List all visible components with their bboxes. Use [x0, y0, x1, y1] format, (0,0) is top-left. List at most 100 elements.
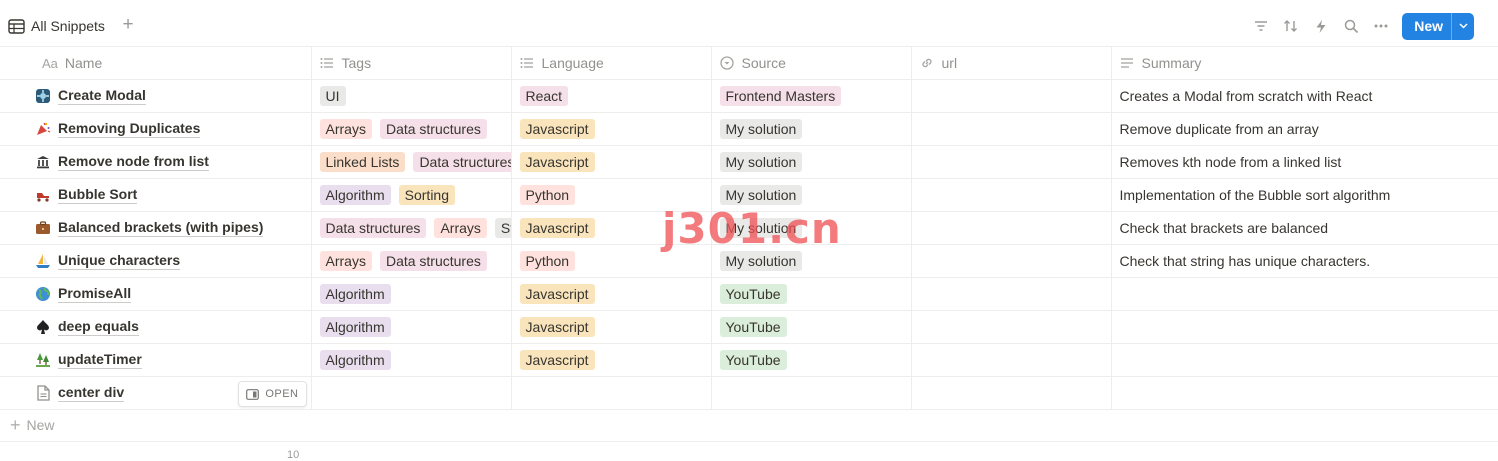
cell-name[interactable]: updateTimer: [0, 344, 311, 377]
add-row-button[interactable]: + New: [0, 409, 1498, 442]
cell-name[interactable]: PromiseAll: [0, 278, 311, 311]
table-row[interactable]: Create Modal UIReactFrontend Masters Creat…: [0, 80, 1498, 113]
cell-source[interactable]: My solution: [711, 113, 911, 146]
filter-icon[interactable]: [1246, 12, 1276, 40]
cell-language[interactable]: Javascript: [511, 146, 711, 179]
page-title-link[interactable]: Bubble Sort: [58, 186, 137, 204]
search-icon[interactable]: [1336, 12, 1366, 40]
cell-url[interactable]: [911, 113, 1111, 146]
cell-name[interactable]: Create Modal: [0, 80, 311, 113]
cell-url[interactable]: [911, 80, 1111, 113]
page-title-link[interactable]: updateTimer: [58, 351, 142, 369]
cell-language[interactable]: Javascript: [511, 278, 711, 311]
column-header-url[interactable]: url: [911, 47, 1111, 80]
cell-summary[interactable]: [1111, 377, 1498, 410]
cell-tags[interactable]: AlgorithmSorting: [311, 179, 511, 212]
cell-summary[interactable]: Implementation of the Bubble sort algori…: [1111, 179, 1498, 212]
cell-source[interactable]: [711, 377, 911, 410]
cell-url[interactable]: [911, 179, 1111, 212]
cell-summary[interactable]: Remove duplicate from an array: [1111, 113, 1498, 146]
column-header-summary[interactable]: Summary: [1111, 47, 1498, 80]
page-title-link[interactable]: center div: [58, 384, 124, 402]
cell-name[interactable]: Remove node from list: [0, 146, 311, 179]
cell-summary[interactable]: Check that string has unique characters.: [1111, 245, 1498, 278]
tag-chip: Arrays: [320, 251, 372, 271]
cell-language[interactable]: [511, 377, 711, 410]
cell-tags[interactable]: [311, 377, 511, 410]
chevron-down-icon[interactable]: [1451, 13, 1474, 40]
cell-source[interactable]: YouTube: [711, 278, 911, 311]
cell-url[interactable]: [911, 344, 1111, 377]
cell-tags[interactable]: Algorithm: [311, 344, 511, 377]
page-title-link[interactable]: Balanced brackets (with pipes): [58, 219, 263, 237]
view-tab-all-snippets[interactable]: All Snippets: [8, 14, 105, 38]
open-page-button[interactable]: OPEN: [238, 381, 306, 407]
cell-tags[interactable]: ArraysData structures: [311, 113, 511, 146]
cell-source[interactable]: YouTube: [711, 344, 911, 377]
table-row[interactable]: center div OPEN: [0, 377, 1498, 410]
summary-text: [1112, 377, 1498, 409]
cell-url[interactable]: [911, 377, 1111, 410]
sort-icon[interactable]: [1276, 12, 1306, 40]
row-count: 10: [287, 449, 299, 461]
toolbar-actions: New: [1246, 12, 1474, 40]
column-header-source[interactable]: Source: [711, 47, 911, 80]
page-title-link[interactable]: Remove node from list: [58, 153, 209, 171]
summary-text: [1112, 278, 1498, 310]
table-row[interactable]: updateTimer AlgorithmJavascriptYouTube: [0, 344, 1498, 377]
cell-tags[interactable]: Data structuresArraysSt: [311, 212, 511, 245]
cell-language[interactable]: Javascript: [511, 311, 711, 344]
cell-url[interactable]: [911, 311, 1111, 344]
page-title-link[interactable]: Removing Duplicates: [58, 120, 200, 138]
table-row[interactable]: PromiseAll Algorithm JavascriptYouTube: [0, 278, 1498, 311]
cell-tags[interactable]: Algorithm: [311, 311, 511, 344]
cell-name[interactable]: Balanced brackets (with pipes): [0, 212, 311, 245]
column-header-name[interactable]: Aa Name: [0, 47, 311, 80]
page-title-link[interactable]: deep equals: [58, 318, 139, 336]
column-header-tags[interactable]: Tags: [311, 47, 511, 80]
cell-tags[interactable]: ArraysData structures: [311, 245, 511, 278]
cell-source[interactable]: YouTube: [711, 311, 911, 344]
page-title-link[interactable]: PromiseAll: [58, 285, 131, 303]
cell-summary[interactable]: Removes kth node from a linked list: [1111, 146, 1498, 179]
cell-tags[interactable]: Algorithm: [311, 278, 511, 311]
tag-chip: Sorting: [399, 185, 455, 205]
table-row[interactable]: Remove node from list Linked ListsData st…: [0, 146, 1498, 179]
cell-name[interactable]: center div OPEN: [0, 377, 311, 410]
cell-language[interactable]: Javascript: [511, 113, 711, 146]
table-row[interactable]: deep equals AlgorithmJavascriptYouTube: [0, 311, 1498, 344]
cell-url[interactable]: [911, 245, 1111, 278]
cell-name[interactable]: Unique characters: [0, 245, 311, 278]
add-view-plus-icon[interactable]: +: [119, 16, 137, 34]
new-button[interactable]: New: [1402, 13, 1474, 40]
cell-summary[interactable]: Check that brackets are balanced: [1111, 212, 1498, 245]
page-title-link[interactable]: Unique characters: [58, 252, 180, 270]
multiselect-icon: [320, 56, 335, 71]
cell-summary[interactable]: Creates a Modal from scratch with React: [1111, 80, 1498, 113]
automation-icon[interactable]: [1306, 12, 1336, 40]
cell-url[interactable]: [911, 278, 1111, 311]
cell-source[interactable]: Frontend Masters: [711, 80, 911, 113]
cell-language[interactable]: React: [511, 80, 711, 113]
cell-name[interactable]: Removing Duplicates: [0, 113, 311, 146]
cell-summary[interactable]: [1111, 278, 1498, 311]
tag-chip: Algorithm: [320, 284, 391, 304]
new-button-label[interactable]: New: [1402, 13, 1451, 40]
more-icon[interactable]: [1366, 12, 1396, 40]
spade-icon: [35, 319, 51, 335]
cell-tags[interactable]: UI: [311, 80, 511, 113]
cell-url[interactable]: [911, 212, 1111, 245]
cell-tags[interactable]: Linked ListsData structures: [311, 146, 511, 179]
summary-text: [1112, 344, 1498, 376]
cell-source[interactable]: My solution: [711, 146, 911, 179]
cell-summary[interactable]: [1111, 311, 1498, 344]
cell-summary[interactable]: [1111, 344, 1498, 377]
page-title-link[interactable]: Create Modal: [58, 87, 146, 105]
column-header-language[interactable]: Language: [511, 47, 711, 80]
cell-name[interactable]: Bubble Sort: [0, 179, 311, 212]
table-row[interactable]: Removing Duplicates ArraysData structures…: [0, 113, 1498, 146]
cell-url[interactable]: [911, 146, 1111, 179]
cell-language[interactable]: Javascript: [511, 344, 711, 377]
cell-name[interactable]: deep equals: [0, 311, 311, 344]
column-label: Language: [542, 55, 604, 71]
